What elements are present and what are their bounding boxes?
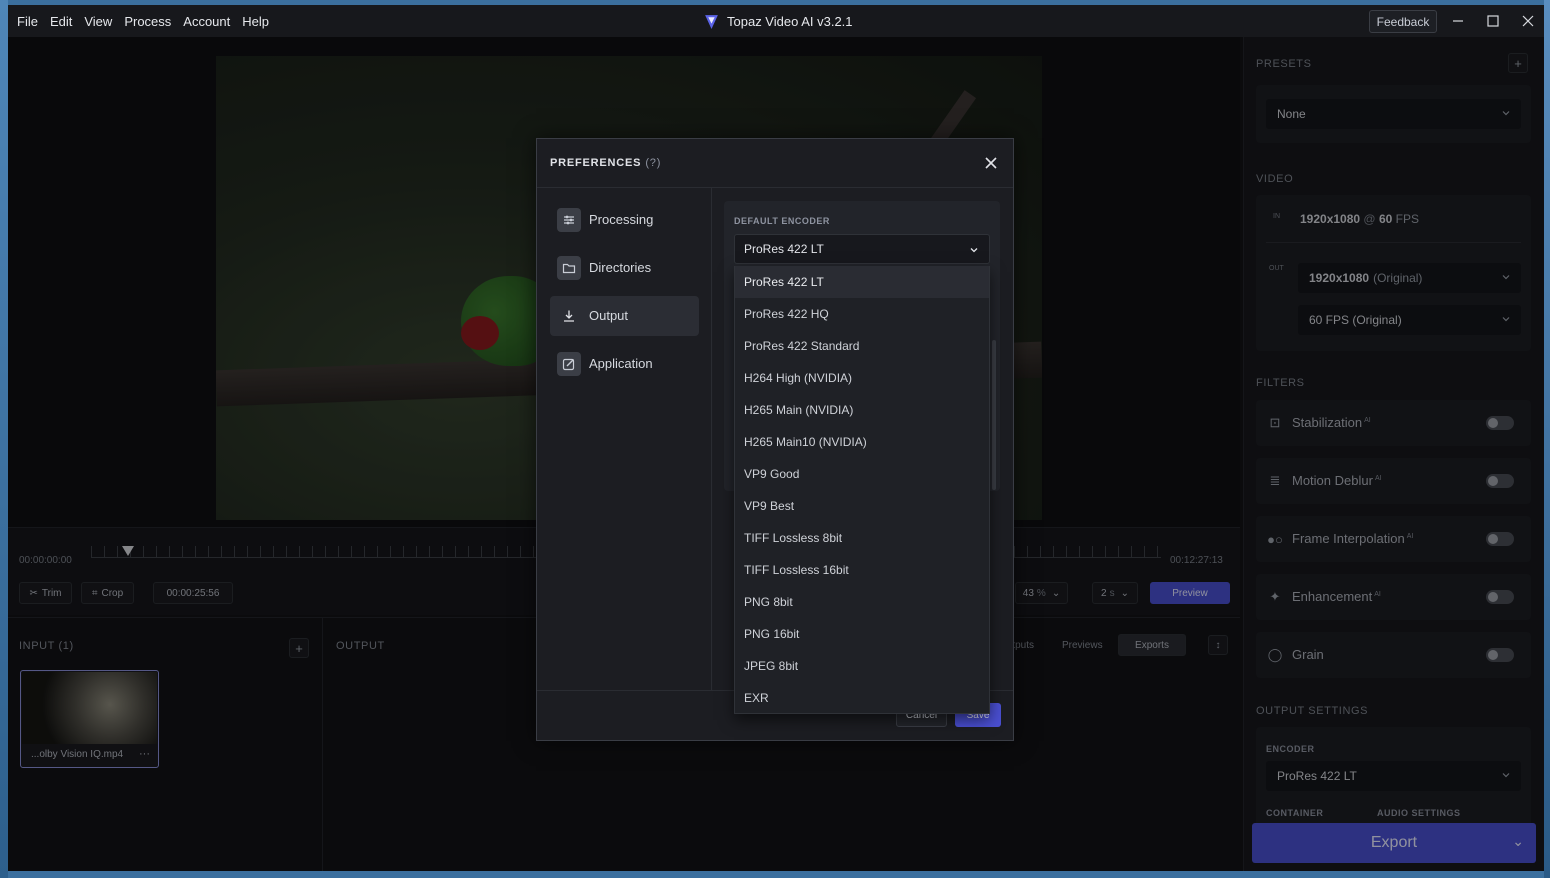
nav-label: Application <box>589 356 653 371</box>
dialog-header: PREFERENCES (?) <box>537 139 1013 188</box>
menu-view[interactable]: View <box>84 14 112 29</box>
nav-item-output[interactable]: Output <box>550 296 699 336</box>
chevron-down-icon <box>970 248 978 253</box>
dropdown-option[interactable]: PNG 16bit <box>735 618 989 650</box>
desktop-edge-left <box>0 0 8 878</box>
nav-item-application[interactable]: Application <box>550 344 699 384</box>
title-bar: File Edit View Process Account Help Topa… <box>8 5 1544 37</box>
content-scrollbar[interactable] <box>990 340 1000 490</box>
maximize-icon[interactable] <box>1482 11 1504 31</box>
sliders-icon <box>557 208 581 232</box>
folder-icon <box>557 256 581 280</box>
dropdown-option[interactable]: ProRes 422 Standard <box>735 330 989 362</box>
dropdown-option[interactable]: EXR <box>735 682 989 713</box>
dialog-title-text: PREFERENCES <box>550 157 642 169</box>
default-encoder-label: DEFAULT ENCODER <box>734 216 830 226</box>
minimize-icon[interactable] <box>1447 11 1469 31</box>
desktop-edge-right <box>1544 0 1550 878</box>
nav-label: Directories <box>589 260 652 275</box>
feedback-button[interactable]: Feedback <box>1369 10 1437 33</box>
menu-edit[interactable]: Edit <box>50 14 72 29</box>
dropdown-option[interactable]: VP9 Best <box>735 490 989 522</box>
nav-item-processing[interactable]: Processing <box>550 200 699 240</box>
app-title: Topaz Video AI v3.2.1 <box>703 13 853 30</box>
help-icon[interactable]: (?) <box>645 157 661 169</box>
close-window-icon[interactable] <box>1517 11 1539 31</box>
default-encoder-select[interactable]: ProRes 422 LT <box>734 234 990 264</box>
menu-bar: File Edit View Process Account Help <box>17 14 281 29</box>
topaz-logo-icon <box>705 15 718 29</box>
dropdown-option[interactable]: TIFF Lossless 16bit <box>735 554 989 586</box>
menu-help[interactable]: Help <box>242 14 269 29</box>
menu-file[interactable]: File <box>17 14 38 29</box>
menu-process[interactable]: Process <box>124 14 171 29</box>
edit-icon <box>557 352 581 376</box>
dropdown-option[interactable]: TIFF Lossless 8bit <box>735 522 989 554</box>
dropdown-option[interactable]: H264 High (NVIDIA) <box>735 362 989 394</box>
nav-item-directories[interactable]: Directories <box>550 248 699 288</box>
encoder-dropdown-list: ProRes 422 LT ProRes 422 HQ ProRes 422 S… <box>734 266 990 714</box>
nav-label: Output <box>589 308 629 323</box>
dialog-title: PREFERENCES (?) <box>550 157 661 169</box>
dropdown-option[interactable]: ProRes 422 HQ <box>735 298 989 330</box>
dropdown-option[interactable]: PNG 8bit <box>735 586 989 618</box>
dropdown-option[interactable]: H265 Main (NVIDIA) <box>735 394 989 426</box>
preferences-nav: Processing Directories Output Applicatio… <box>537 188 712 690</box>
menu-account[interactable]: Account <box>183 14 230 29</box>
dropdown-option[interactable]: H265 Main10 (NVIDIA) <box>735 426 989 458</box>
dropdown-option[interactable]: VP9 Good <box>735 458 989 490</box>
nav-label: Processing <box>589 212 654 227</box>
app-title-text: Topaz Video AI v3.2.1 <box>727 14 853 29</box>
download-icon <box>557 304 581 328</box>
dropdown-option[interactable]: ProRes 422 LT <box>735 266 989 298</box>
default-encoder-value: ProRes 422 LT <box>744 242 824 256</box>
close-icon[interactable] <box>983 155 999 171</box>
dropdown-option[interactable]: JPEG 8bit <box>735 650 989 682</box>
